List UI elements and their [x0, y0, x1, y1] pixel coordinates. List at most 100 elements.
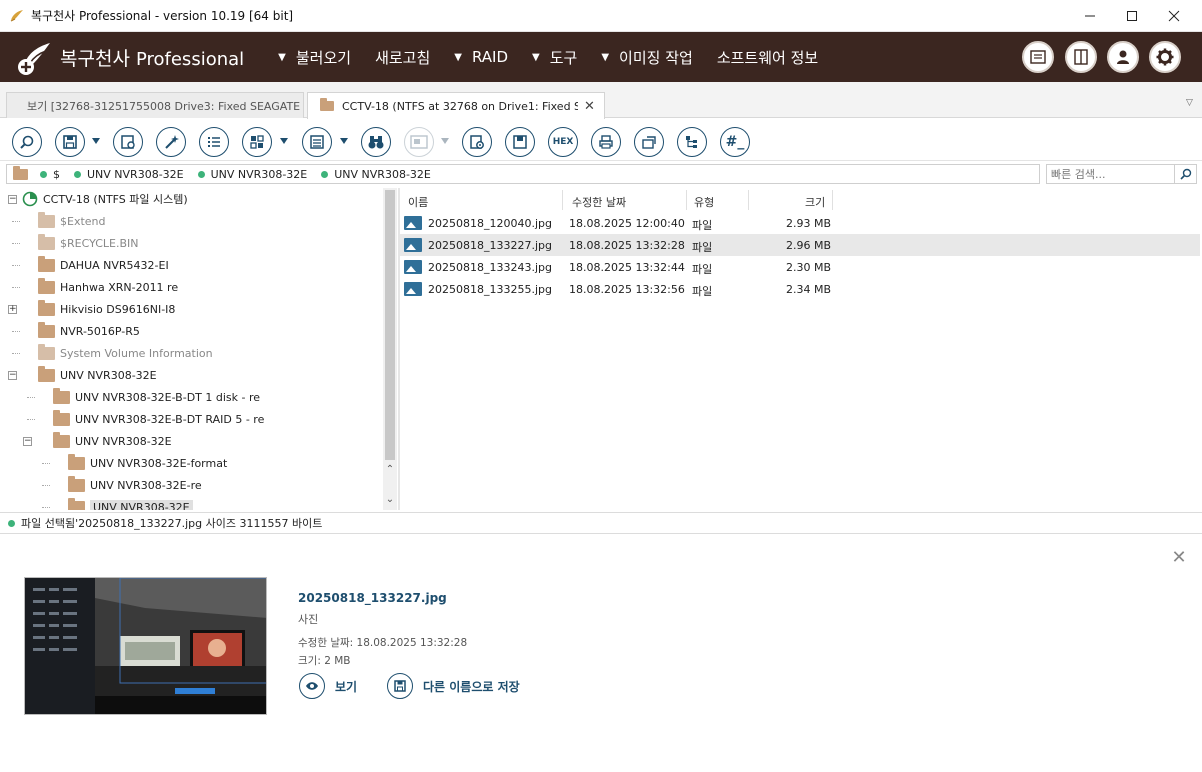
- tree-item[interactable]: − UNV NVR308-32E: [4, 364, 157, 386]
- quick-search: [1046, 164, 1197, 184]
- tree-item[interactable]: UNV NVR308-32E-format: [4, 452, 227, 474]
- menu-imaging[interactable]: ▼ 이미징 작업: [601, 47, 692, 68]
- file-type: 파일: [692, 285, 713, 298]
- minimize-button[interactable]: [1070, 0, 1110, 32]
- tree-item[interactable]: UNV NVR308-32E-B-DT RAID 5 - re: [4, 408, 264, 430]
- tab-close-icon[interactable]: ✕: [584, 99, 595, 114]
- save-dropdown-arrow-icon[interactable]: [92, 138, 100, 144]
- hash-button[interactable]: #_: [720, 127, 750, 157]
- collapse-icon[interactable]: −: [8, 195, 17, 204]
- user-button[interactable]: [1107, 41, 1139, 73]
- tab-cctv-18[interactable]: CCTV-18 (NTFS at 32768 on Drive1: Fixed …: [307, 92, 605, 119]
- folder-icon: [38, 233, 55, 250]
- tree-item[interactable]: System Volume Information: [4, 342, 213, 364]
- menu-raid[interactable]: ▼ RAID: [454, 48, 508, 66]
- scroll-down-icon[interactable]: ⌄: [383, 494, 397, 508]
- folder-icon: [13, 165, 28, 180]
- menu-tools[interactable]: ▼ 도구: [532, 47, 577, 68]
- folder-icon: [53, 387, 70, 404]
- view-mode-dropdown-arrow-icon[interactable]: [280, 138, 288, 144]
- file-type: 파일: [692, 263, 713, 276]
- column-divider[interactable]: [562, 190, 563, 210]
- collapse-icon[interactable]: −: [23, 437, 32, 446]
- checklist-button[interactable]: [199, 127, 229, 157]
- tree-item[interactable]: UNV NVR308-32E-B-DT 1 disk - re: [4, 386, 260, 408]
- menu-about[interactable]: 소프트웨어 정보: [717, 47, 818, 68]
- tree-item[interactable]: Hanhwa XRN-2011 re: [4, 276, 178, 298]
- status-dot-icon: [40, 170, 47, 178]
- tree-item[interactable]: UNV NVR308-32E-re: [4, 474, 202, 496]
- close-window-button[interactable]: [1154, 0, 1194, 32]
- disk-image-button[interactable]: [505, 127, 535, 157]
- file-row[interactable]: 20250818_133227.jpg 18.08.2025 13:32:28 파일…: [400, 234, 1200, 256]
- tree-item[interactable]: − UNV NVR308-32E: [4, 430, 172, 452]
- menu-open[interactable]: ▼ 불러오기: [278, 47, 351, 68]
- tab-view-drive3[interactable]: 보기 [32768-31251755008 Drive3: Fixed SEAG…: [6, 92, 304, 118]
- floppy-icon: [387, 673, 413, 699]
- wizard-button[interactable]: [156, 127, 186, 157]
- tree-item[interactable]: + Hikvisio DS9616NI-I8: [4, 298, 175, 320]
- scrollbar-thumb[interactable]: [385, 190, 395, 460]
- breadcrumb-segment[interactable]: UNV NVR308-32E: [197, 168, 307, 181]
- preview-view-button[interactable]: 보기: [299, 673, 357, 699]
- breadcrumb-segment[interactable]: $: [40, 168, 60, 181]
- disk-image-icon: [513, 135, 527, 149]
- column-modified[interactable]: 수정한 날짜: [572, 194, 626, 210]
- panel-view-button[interactable]: [1022, 41, 1054, 73]
- tree-item[interactable]: UNV NVR308-32E: [4, 496, 193, 510]
- settings-button[interactable]: [1149, 41, 1181, 73]
- file-row[interactable]: 20250818_120040.jpg 18.08.2025 12:00:40 파일…: [400, 212, 1200, 234]
- tree-item-label: NVR-5016P-R5: [60, 324, 140, 338]
- tree-root[interactable]: − CCTV-18 (NTFS 파일 시스템): [4, 188, 188, 210]
- view-mode-button[interactable]: [242, 127, 272, 157]
- column-size[interactable]: 크기: [805, 194, 825, 210]
- search-button[interactable]: [1174, 165, 1196, 183]
- breadcrumb-segment[interactable]: UNV NVR308-32E: [74, 168, 184, 181]
- column-type[interactable]: 유형: [694, 194, 714, 210]
- tree-item[interactable]: NVR-5016P-R5: [4, 320, 140, 342]
- tab-overflow-icon[interactable]: ▽: [1186, 98, 1193, 108]
- tree-structure-button[interactable]: [677, 127, 707, 157]
- preview-save-as-button[interactable]: 다른 이름으로 저장: [387, 673, 520, 699]
- file-size: 2.93 MB: [785, 217, 831, 230]
- tree-scrollbar[interactable]: ⌃ ⌄: [383, 188, 397, 510]
- column-name[interactable]: 이름: [408, 194, 428, 210]
- tree-item-label: UNV NVR308-32E: [90, 499, 193, 510]
- tree-item[interactable]: DAHUA NVR5432-EI: [4, 254, 169, 276]
- tree-item[interactable]: $RECYCLE.BIN: [4, 232, 138, 254]
- find-button[interactable]: [12, 127, 42, 157]
- close-preview-icon[interactable]: ✕: [1170, 549, 1188, 567]
- maximize-button[interactable]: [1112, 0, 1152, 32]
- file-row[interactable]: 20250818_133255.jpg 18.08.2025 13:32:56 파일…: [400, 278, 1200, 300]
- expand-icon[interactable]: +: [8, 305, 17, 314]
- menu: ▼ 불러오기 새로고침 ▼ RAID ▼ 도구 ▼ 이미징 작업 소프트웨어 정보: [278, 47, 842, 68]
- breadcrumb-segment[interactable]: UNV NVR308-32E: [321, 168, 431, 181]
- save-button[interactable]: [55, 127, 85, 157]
- quick-search-input[interactable]: [1047, 165, 1171, 183]
- layout-button[interactable]: [1065, 41, 1097, 73]
- save-selected-button[interactable]: [113, 127, 143, 157]
- column-divider[interactable]: [686, 190, 687, 210]
- list-view-button[interactable]: [302, 127, 332, 157]
- print-button[interactable]: [591, 127, 621, 157]
- column-divider[interactable]: [832, 190, 833, 210]
- preview-info: 20250818_133227.jpg 사진 수정한 날짜: 18.08.202…: [298, 591, 467, 668]
- tree-item[interactable]: $Extend: [4, 210, 106, 232]
- preview-button[interactable]: [404, 127, 434, 157]
- menu-refresh[interactable]: 새로고침: [375, 47, 430, 68]
- collapse-icon[interactable]: −: [8, 371, 17, 380]
- binoculars-button[interactable]: [361, 127, 391, 157]
- disk-settings-button[interactable]: [462, 127, 492, 157]
- minimize-icon: [1085, 15, 1095, 17]
- hex-viewer-button[interactable]: HEX: [548, 127, 578, 157]
- list-view-dropdown-arrow-icon[interactable]: [340, 138, 348, 144]
- photo-thumbnail-icon: [25, 578, 266, 714]
- tree-item-label: CCTV-18 (NTFS 파일 시스템): [43, 193, 188, 206]
- copy-partition-button[interactable]: [634, 127, 664, 157]
- column-divider[interactable]: [748, 190, 749, 210]
- preview-thumbnail[interactable]: [24, 577, 267, 715]
- magnifier-icon: [20, 135, 34, 149]
- preview-dropdown-arrow-icon[interactable]: [441, 138, 449, 144]
- scroll-up-icon[interactable]: ⌃: [383, 464, 397, 478]
- file-row[interactable]: 20250818_133243.jpg 18.08.2025 13:32:44 파일…: [400, 256, 1200, 278]
